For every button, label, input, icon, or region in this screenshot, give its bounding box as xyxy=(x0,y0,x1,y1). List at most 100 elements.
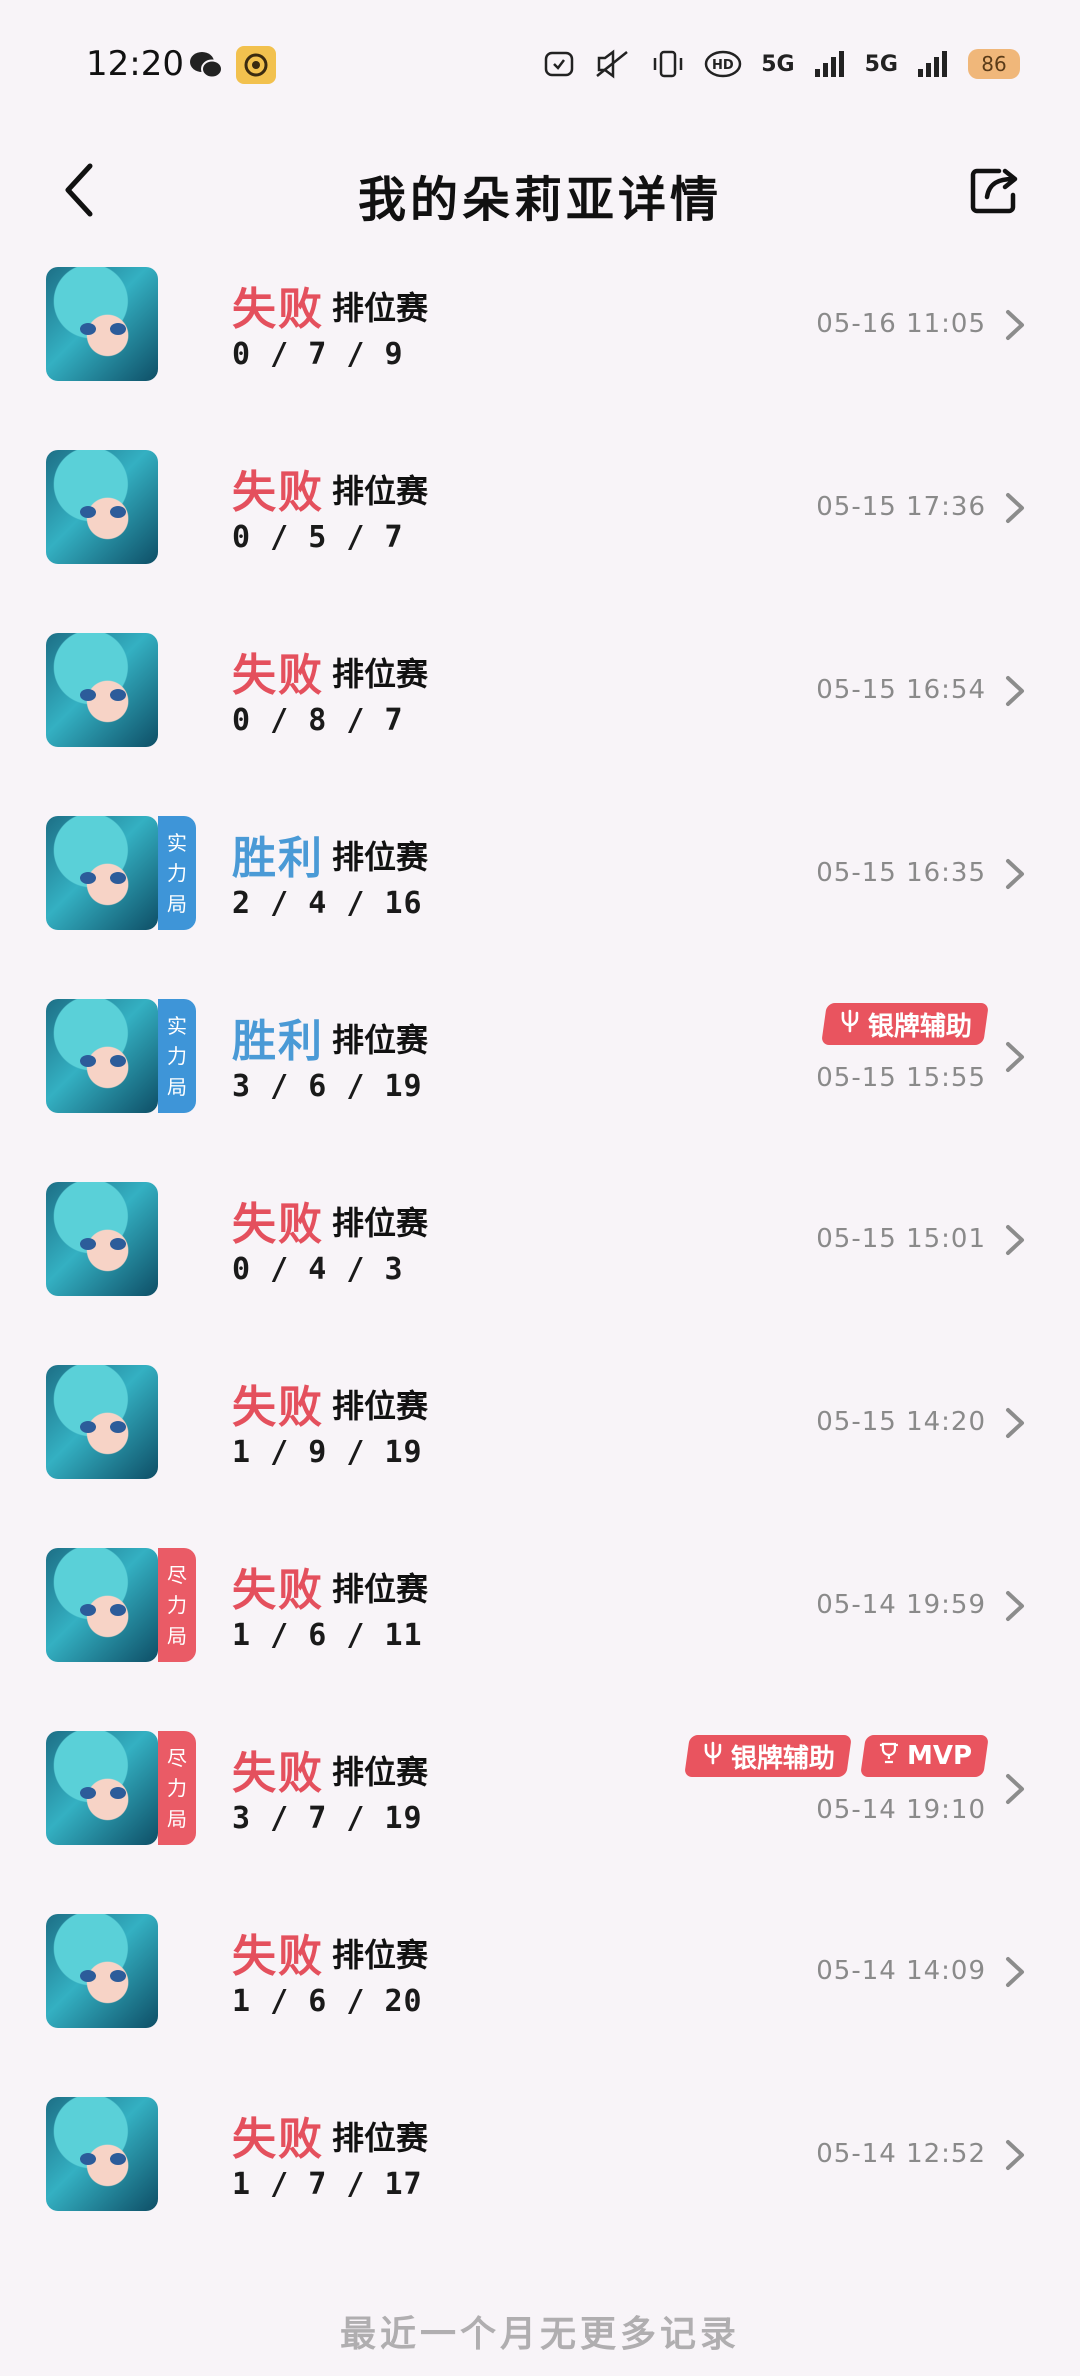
match-row[interactable]: 尽力局失败 排位赛 3 / 7 / 19 银牌辅助 MVP 05-14 19:10 xyxy=(0,1723,1080,1906)
signal-icon-2 xyxy=(918,51,947,77)
match-time: 05-15 16:54 xyxy=(816,675,986,705)
badge-support: 银牌辅助 xyxy=(683,1735,852,1777)
match-row[interactable]: 失败 排位赛 0 / 5 / 7 05-15 17:36 xyxy=(0,442,1080,625)
chevron-right-icon xyxy=(1000,1952,1030,1992)
hero-avatar xyxy=(46,450,196,564)
avatar xyxy=(46,450,158,564)
match-kda: 1 / 6 / 20 xyxy=(232,1984,423,2019)
match-row[interactable]: 尽力局失败 排位赛 1 / 6 / 11 05-14 19:59 xyxy=(0,1540,1080,1723)
hero-avatar: 尽力局 xyxy=(46,1548,196,1662)
match-time: 05-14 14:09 xyxy=(816,1956,986,1986)
hero-avatar: 实力局 xyxy=(46,816,196,930)
badge-label: MVP xyxy=(906,1741,972,1771)
match-tag: 实力局 xyxy=(158,816,196,930)
match-result: 胜利 xyxy=(232,833,324,884)
match-kda: 3 / 7 / 19 xyxy=(232,1801,423,1836)
hero-avatar xyxy=(46,1914,196,2028)
match-mode: 排位赛 xyxy=(332,655,429,693)
match-mode: 排位赛 xyxy=(332,2119,429,2157)
hero-avatar xyxy=(46,1365,196,1479)
match-row[interactable]: 失败 排位赛 1 / 6 / 20 05-14 14:09 xyxy=(0,1906,1080,2089)
match-row[interactable]: 实力局胜利 排位赛 2 / 4 / 16 05-15 16:35 xyxy=(0,808,1080,991)
chevron-right-icon xyxy=(1000,2135,1030,2175)
trident-icon xyxy=(704,1741,722,1764)
chevron-right-icon xyxy=(1000,305,1030,345)
network-label-2: 5G xyxy=(864,51,898,77)
chevron-right-icon xyxy=(1000,1220,1030,1260)
hero-avatar xyxy=(46,1182,196,1296)
match-time: 05-15 17:36 xyxy=(816,492,986,522)
chevron-right-icon xyxy=(1000,1769,1030,1809)
match-time: 05-15 14:20 xyxy=(816,1407,986,1437)
avatar xyxy=(46,267,158,381)
match-tag: 尽力局 xyxy=(158,1731,196,1845)
match-mode: 排位赛 xyxy=(332,838,429,876)
alarm-icon xyxy=(545,51,574,77)
avatar xyxy=(46,1914,158,2028)
match-tag: 尽力局 xyxy=(158,1548,196,1662)
match-result: 失败 xyxy=(232,1931,324,1982)
match-mode: 排位赛 xyxy=(332,1753,429,1791)
hd-icon: HD xyxy=(705,50,742,78)
trident-icon xyxy=(841,1009,859,1032)
match-mode: 排位赛 xyxy=(332,472,429,510)
page-title: 我的朵莉亚详情 xyxy=(357,172,722,228)
hero-avatar: 尽力局 xyxy=(46,1731,196,1845)
match-result: 失败 xyxy=(232,2114,324,2165)
match-row[interactable]: 失败 排位赛 0 / 7 / 9 05-16 11:05 xyxy=(0,259,1080,442)
match-result: 失败 xyxy=(232,1382,324,1433)
match-mode: 排位赛 xyxy=(332,289,429,327)
hero-avatar: 实力局 xyxy=(46,999,196,1113)
achievement-badges: 银牌辅助 MVP xyxy=(683,1735,989,1777)
battery-icon: 86 xyxy=(968,49,1020,79)
achievement-badges: 银牌辅助 xyxy=(821,1003,989,1045)
status-icons: HD 5G 5G 86 xyxy=(543,44,1020,84)
match-mode: 排位赛 xyxy=(332,1936,429,1974)
match-tag: 实力局 xyxy=(158,999,196,1113)
avatar xyxy=(46,999,158,1113)
avatar xyxy=(46,2097,158,2211)
wechat-icon xyxy=(186,46,226,84)
match-kda: 0 / 8 / 7 xyxy=(232,703,404,738)
match-time: 05-15 15:01 xyxy=(816,1224,986,1254)
match-time: 05-15 15:55 xyxy=(816,1063,986,1093)
hero-avatar xyxy=(46,2097,196,2211)
share-icon xyxy=(970,168,1018,214)
match-row[interactable]: 实力局胜利 排位赛 3 / 6 / 19 银牌辅助 05-15 15:55 xyxy=(0,991,1080,1174)
match-kda: 1 / 9 / 19 xyxy=(232,1435,423,1470)
avatar xyxy=(46,1548,158,1662)
match-time: 05-15 16:35 xyxy=(816,858,986,888)
match-result: 失败 xyxy=(232,1565,324,1616)
hero-avatar xyxy=(46,633,196,747)
avatar xyxy=(46,816,158,930)
match-mode: 排位赛 xyxy=(332,1021,429,1059)
trophy-icon xyxy=(879,1742,898,1763)
badge-label: 银牌辅助 xyxy=(867,1011,972,1042)
badge-label: 银牌辅助 xyxy=(730,1743,835,1774)
share-button[interactable] xyxy=(960,150,1030,230)
app-icon xyxy=(236,46,276,84)
badge-mvp: MVP xyxy=(859,1735,989,1777)
chevron-right-icon xyxy=(1000,488,1030,528)
match-kda: 1 / 6 / 11 xyxy=(232,1618,423,1653)
avatar xyxy=(46,1182,158,1296)
match-kda: 0 / 7 / 9 xyxy=(232,337,404,372)
chevron-right-icon xyxy=(1000,671,1030,711)
no-more-records-text: 最近一个月无更多记录 xyxy=(339,2314,740,2355)
chevron-right-icon xyxy=(1000,1586,1030,1626)
match-result: 失败 xyxy=(232,650,324,701)
vibrate-icon xyxy=(654,50,683,78)
match-result: 失败 xyxy=(232,284,324,335)
match-row[interactable]: 失败 排位赛 0 / 4 / 3 05-15 15:01 xyxy=(0,1174,1080,1357)
match-row[interactable]: 失败 排位赛 0 / 8 / 7 05-15 16:54 xyxy=(0,625,1080,808)
match-result: 胜利 xyxy=(232,1016,324,1067)
match-kda: 3 / 6 / 19 xyxy=(232,1069,423,1104)
chevron-right-icon xyxy=(1000,854,1030,894)
network-label-1: 5G xyxy=(761,51,795,77)
match-row[interactable]: 失败 排位赛 1 / 9 / 19 05-15 14:20 xyxy=(0,1357,1080,1540)
status-time: 12:20 xyxy=(86,44,184,84)
match-row[interactable]: 失败 排位赛 1 / 7 / 17 05-14 12:52 xyxy=(0,2089,1080,2272)
hero-avatar xyxy=(46,267,196,381)
header: 我的朵莉亚详情 xyxy=(0,130,1080,250)
signal-icon xyxy=(814,51,844,77)
